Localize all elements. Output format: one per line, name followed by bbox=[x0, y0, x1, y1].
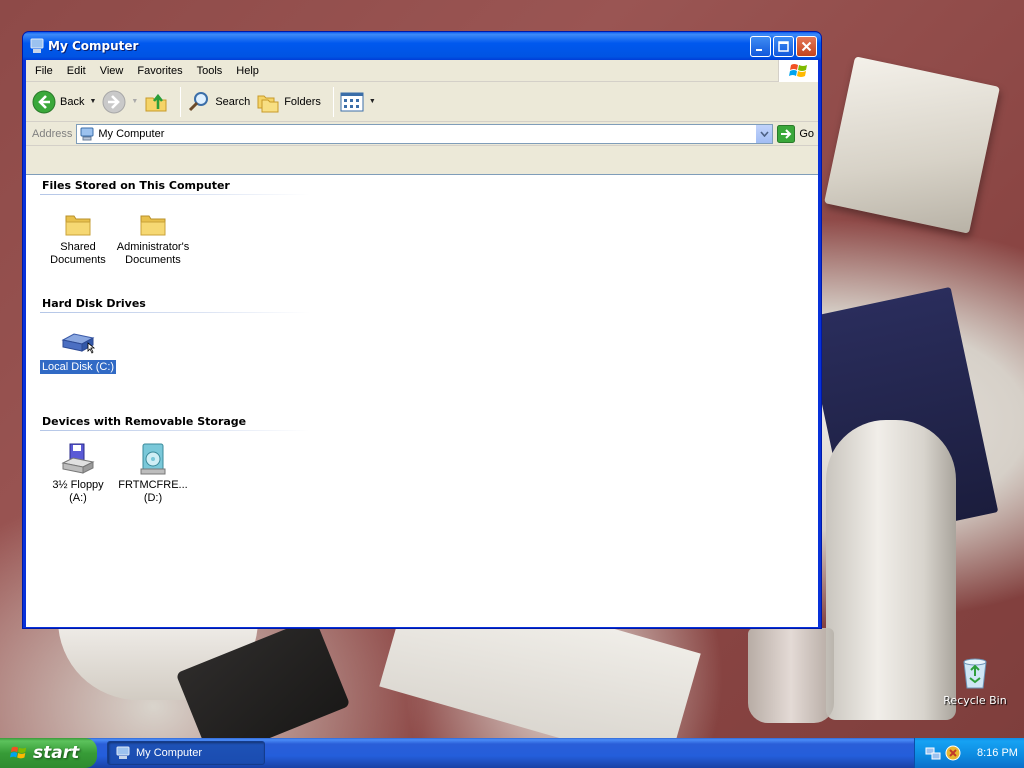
content-pane[interactable]: Files Stored on This Computer Shared Doc… bbox=[26, 174, 818, 627]
desktop-icon-recycle-bin[interactable]: Recycle Bin bbox=[940, 656, 1010, 707]
computer-icon bbox=[80, 127, 94, 140]
address-bar: Address My Computer Go bbox=[26, 122, 818, 146]
cd-drive-icon bbox=[140, 443, 166, 475]
item-label-line1: Shared bbox=[60, 241, 96, 253]
windows-flag-icon bbox=[10, 746, 27, 759]
minimize-icon bbox=[756, 48, 762, 51]
address-input[interactable]: My Computer bbox=[76, 123, 774, 144]
folder-icon bbox=[65, 215, 91, 236]
group-divider bbox=[40, 430, 310, 431]
floppy-drive-icon bbox=[61, 443, 95, 474]
search-icon bbox=[189, 91, 209, 111]
menu-favorites[interactable]: Favorites bbox=[130, 65, 189, 77]
chevron-down-icon bbox=[760, 130, 769, 137]
address-value: My Computer bbox=[98, 127, 165, 140]
back-arrow-icon bbox=[32, 90, 56, 113]
window-title: My Computer bbox=[48, 39, 139, 53]
item-shared-documents[interactable]: Shared Documents bbox=[36, 211, 120, 267]
clock[interactable]: 8:16 PM bbox=[977, 747, 1018, 759]
up-folder-icon bbox=[145, 93, 167, 111]
item-label-selected: Local Disk (C:) bbox=[39, 360, 117, 374]
address-label: Address bbox=[32, 127, 73, 140]
minimize-button[interactable] bbox=[750, 35, 771, 57]
wallpaper-glass bbox=[748, 628, 834, 723]
item-cd-drive-d[interactable]: FRTMCFRE... (D:) bbox=[111, 443, 195, 505]
start-button[interactable]: start bbox=[0, 738, 97, 768]
item-label-line2: (D:) bbox=[143, 492, 163, 504]
computer-icon bbox=[116, 746, 130, 759]
item-label-line2: Documents bbox=[50, 254, 106, 266]
security-alert-icon[interactable] bbox=[945, 745, 961, 761]
item-local-disk-c[interactable]: Local Disk (C:) bbox=[36, 331, 120, 374]
address-dropdown-button[interactable] bbox=[755, 124, 773, 143]
views-button[interactable]: ▼ bbox=[340, 91, 376, 113]
maximize-icon bbox=[778, 40, 789, 52]
views-dropdown-icon[interactable]: ▼ bbox=[369, 98, 376, 105]
go-button[interactable]: Go bbox=[777, 124, 814, 143]
network-icon[interactable] bbox=[925, 745, 941, 761]
computer-icon bbox=[30, 38, 44, 53]
search-label: Search bbox=[215, 95, 251, 108]
close-button[interactable] bbox=[796, 35, 817, 57]
group-divider bbox=[40, 312, 310, 313]
hard-disk-icon bbox=[61, 333, 96, 354]
group-header-removable-storage: Devices with Removable Storage bbox=[42, 415, 247, 428]
title-bar[interactable]: My Computer bbox=[23, 32, 821, 60]
taskbar-button-my-computer[interactable]: My Computer bbox=[107, 741, 265, 765]
group-header-files-stored: Files Stored on This Computer bbox=[42, 179, 230, 192]
menu-edit[interactable]: Edit bbox=[60, 65, 93, 77]
menu-tools[interactable]: Tools bbox=[190, 65, 230, 77]
item-label-line2: (A:) bbox=[69, 492, 87, 504]
go-label: Go bbox=[799, 127, 814, 140]
folders-button[interactable]: Folders bbox=[256, 90, 321, 114]
start-label: start bbox=[33, 743, 80, 763]
menu-file[interactable]: File bbox=[28, 65, 60, 77]
up-folder-button[interactable] bbox=[144, 90, 168, 114]
back-label: Back bbox=[60, 95, 85, 108]
item-label-line1: Administrator's bbox=[116, 241, 190, 253]
window-client: File Edit View Favorites Tools Help Back… bbox=[26, 60, 818, 627]
back-dropdown-icon[interactable]: ▼ bbox=[89, 98, 96, 105]
folder-icon bbox=[140, 215, 166, 236]
item-label-line2: Documents bbox=[125, 254, 181, 266]
forward-button[interactable]: ▼ bbox=[102, 90, 138, 114]
my-computer-window[interactable]: My Computer File Edit View Favorites Too… bbox=[22, 31, 822, 629]
system-tray: 8:16 PM bbox=[914, 738, 1024, 768]
menu-bar: File Edit View Favorites Tools Help bbox=[26, 60, 818, 82]
windows-flag-icon bbox=[788, 64, 807, 77]
back-button[interactable]: Back ▼ bbox=[32, 90, 96, 114]
menu-view[interactable]: View bbox=[93, 65, 131, 77]
menu-help[interactable]: Help bbox=[229, 65, 266, 77]
item-administrators-documents[interactable]: Administrator's Documents bbox=[111, 211, 195, 267]
taskbar-button-label: My Computer bbox=[136, 747, 203, 759]
item-floppy-a[interactable]: 3½ Floppy (A:) bbox=[36, 443, 120, 505]
folders-icon bbox=[257, 95, 279, 112]
toolbar-separator bbox=[180, 86, 182, 117]
search-button[interactable]: Search bbox=[187, 90, 250, 114]
toolbar: Back ▼ ▼ Search Folders ▼ bbox=[26, 82, 818, 122]
group-header-hard-disk-drives: Hard Disk Drives bbox=[42, 297, 146, 310]
forward-arrow-icon bbox=[102, 90, 126, 113]
maximize-button[interactable] bbox=[773, 35, 794, 57]
item-label-line1: 3½ Floppy bbox=[52, 479, 104, 491]
item-label-line1: FRTMCFRE... bbox=[118, 479, 188, 491]
recycle-bin-label: Recycle Bin bbox=[943, 694, 1007, 707]
close-icon bbox=[801, 41, 812, 51]
forward-dropdown-icon[interactable]: ▼ bbox=[131, 98, 138, 105]
group-divider bbox=[40, 194, 310, 195]
toolbar-separator bbox=[332, 86, 334, 117]
folders-label: Folders bbox=[284, 95, 321, 108]
windows-logo bbox=[778, 60, 818, 82]
recycle-bin-icon bbox=[963, 658, 987, 689]
go-arrow-icon bbox=[777, 124, 796, 143]
views-icon bbox=[340, 92, 364, 111]
wallpaper-bottle bbox=[826, 420, 956, 720]
taskbar: start My Computer 8:16 PM bbox=[0, 738, 1024, 768]
wallpaper-open-book bbox=[824, 56, 1000, 234]
